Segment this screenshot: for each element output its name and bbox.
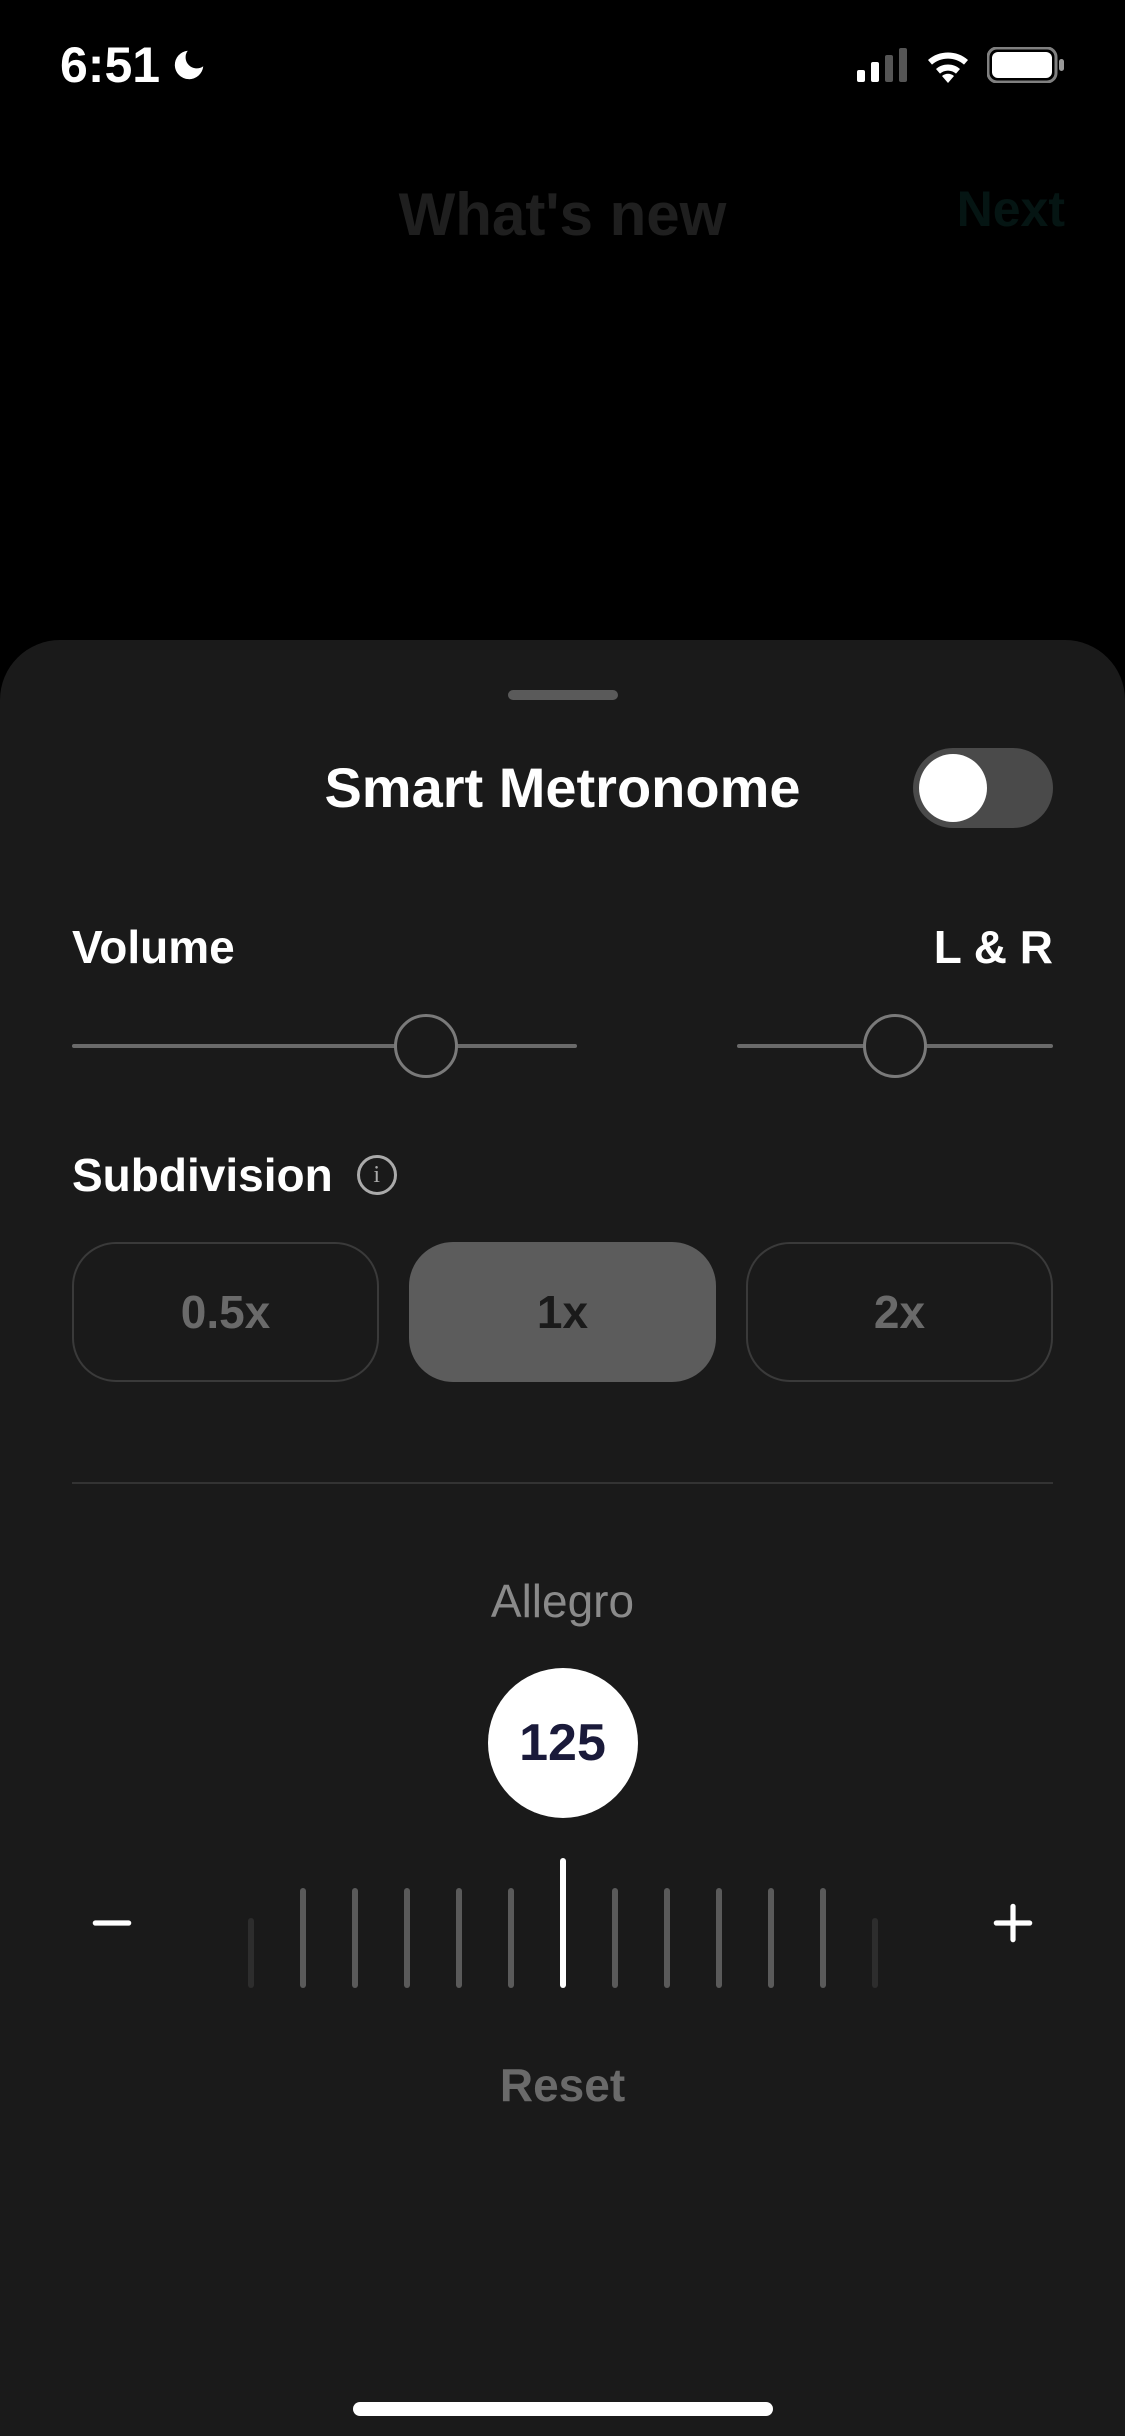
tick [872,1918,878,1988]
settings-sheet: Smart Metronome Volume L & R Subdivision… [0,640,1125,2436]
volume-control: Volume [72,920,577,1048]
home-indicator[interactable] [353,2402,773,2416]
sheet-title: Smart Metronome [324,755,800,820]
balance-slider[interactable] [737,1044,1053,1048]
minus-icon [87,1898,137,1948]
balance-label: L & R [737,920,1053,974]
tick [820,1888,826,1988]
volume-slider[interactable] [72,1044,577,1048]
toggle-knob [919,754,987,822]
plus-icon [988,1898,1038,1948]
tick [248,1918,254,1988]
next-button: Next [957,180,1065,238]
volume-thumb[interactable] [394,1014,458,1078]
tick [352,1888,358,1988]
subdivision-header: Subdivision i [72,1148,1053,1202]
subdivision-option-2[interactable]: 2x [746,1242,1053,1382]
tempo-dial-row [72,1858,1053,1988]
info-icon[interactable]: i [357,1155,397,1195]
metronome-toggle[interactable] [913,748,1053,828]
tempo-section: Allegro 125 [72,1574,1053,2112]
sheet-header: Smart Metronome [72,755,1053,820]
tick [768,1888,774,1988]
tick [664,1888,670,1988]
subdivision-option-0[interactable]: 0.5x [72,1242,379,1382]
background-title: What's new [399,180,727,249]
tempo-ticks[interactable] [248,1858,878,1988]
tick-center [560,1858,566,1988]
sliders-row: Volume L & R [72,920,1053,1048]
subdivision-option-1[interactable]: 1x [409,1242,716,1382]
subdivision-buttons: 0.5x 1x 2x [72,1242,1053,1382]
tick [456,1888,462,1988]
bpm-value: 125 [519,1713,606,1773]
balance-control: L & R [737,920,1053,1048]
tempo-increase-button[interactable] [973,1883,1053,1963]
reset-button[interactable]: Reset [500,2058,625,2112]
tempo-decrease-button[interactable] [72,1883,152,1963]
background-content: What's new Next [0,0,1125,640]
sheet-grabber[interactable] [508,690,618,700]
tick [716,1888,722,1988]
balance-thumb[interactable] [863,1014,927,1078]
tick [404,1888,410,1988]
divider [72,1482,1053,1484]
tick [300,1888,306,1988]
subdivision-label: Subdivision [72,1148,333,1202]
tick [508,1888,514,1988]
bpm-display[interactable]: 125 [488,1668,638,1818]
volume-label: Volume [72,920,577,974]
tempo-marking: Allegro [491,1574,634,1628]
tick [612,1888,618,1988]
